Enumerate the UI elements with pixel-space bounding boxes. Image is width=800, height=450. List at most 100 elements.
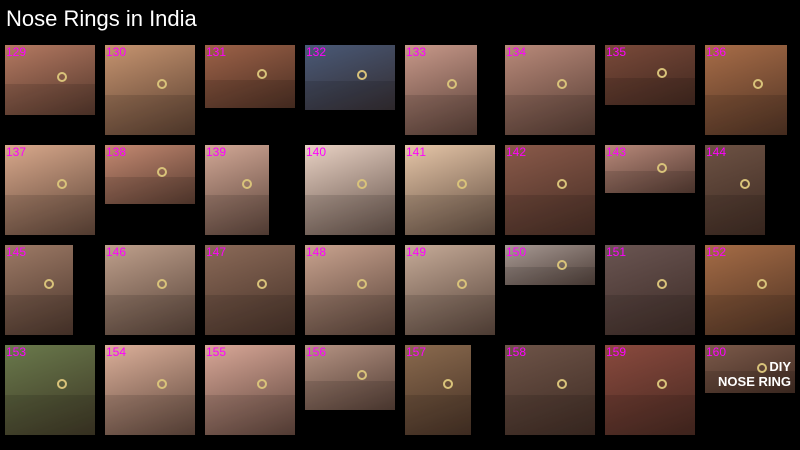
nose-ring-icon	[657, 379, 668, 390]
image-tile[interactable]: 152	[705, 245, 795, 335]
image-tile[interactable]: 149	[405, 245, 495, 335]
nose-ring-icon	[657, 67, 668, 78]
image-shading	[605, 171, 695, 193]
image-shading	[5, 83, 95, 115]
nose-ring-icon	[457, 279, 468, 290]
image-tile[interactable]: 134	[505, 45, 595, 135]
image-tile[interactable]: 132	[305, 45, 395, 110]
image-thumbnail	[205, 45, 295, 108]
nose-ring-icon	[557, 179, 568, 190]
nose-ring-icon	[557, 79, 568, 90]
image-tile[interactable]: 143	[605, 145, 695, 193]
nose-ring-icon	[157, 79, 168, 90]
image-thumbnail	[705, 245, 795, 335]
image-shading	[605, 294, 695, 335]
image-shading	[205, 79, 295, 108]
image-thumbnail	[605, 345, 695, 435]
image-shading	[705, 194, 765, 235]
nose-ring-icon	[57, 179, 68, 190]
image-tile[interactable]: 156	[305, 345, 395, 410]
nose-ring-icon	[557, 379, 568, 390]
image-tile[interactable]: 159	[605, 345, 695, 435]
image-thumbnail	[405, 245, 495, 335]
nose-ring-icon	[357, 279, 368, 290]
image-thumbnail	[305, 345, 395, 410]
image-thumbnail	[705, 45, 787, 135]
nose-ring-icon	[57, 71, 68, 82]
image-shading	[505, 394, 595, 435]
image-tile[interactable]: 131	[205, 45, 295, 108]
image-shading	[705, 94, 787, 135]
image-thumbnail	[305, 245, 395, 335]
nose-ring-icon	[57, 379, 68, 390]
image-thumbnail	[105, 245, 195, 335]
image-thumbnail	[205, 345, 295, 435]
nose-ring-icon	[357, 179, 368, 190]
image-thumbnail	[405, 45, 477, 135]
image-thumbnail	[605, 245, 695, 335]
image-shading	[5, 394, 95, 435]
image-tile[interactable]: 133	[405, 45, 477, 135]
image-tile[interactable]: 154	[105, 345, 195, 435]
image-tile[interactable]: 142	[505, 145, 595, 235]
image-tile[interactable]: 158	[505, 345, 595, 435]
image-shading	[405, 194, 495, 235]
image-shading	[705, 294, 795, 335]
nose-ring-icon	[257, 379, 268, 390]
image-tile[interactable]: 137	[5, 145, 95, 235]
image-tile[interactable]: 136	[705, 45, 787, 135]
image-tile[interactable]: 148	[305, 245, 395, 335]
image-thumbnail	[505, 345, 595, 435]
image-grid: 129 130 131 132 133 134 135 136 137 138 139 140 141 1…	[0, 0, 800, 450]
image-shading	[5, 294, 73, 335]
image-shading	[205, 294, 295, 335]
image-thumbnail	[105, 45, 195, 135]
image-tile[interactable]: 141	[405, 145, 495, 235]
image-thumbnail	[205, 245, 295, 335]
image-shading	[105, 94, 195, 135]
nose-ring-icon	[157, 279, 168, 290]
image-tile[interactable]: 151	[605, 245, 695, 335]
image-tile[interactable]: 129	[5, 45, 95, 115]
image-shading	[405, 94, 477, 135]
image-tile[interactable]: 147	[205, 245, 295, 335]
image-shading	[305, 380, 395, 410]
image-tile[interactable]: 135	[605, 45, 695, 105]
image-thumbnail	[705, 145, 765, 235]
image-tile[interactable]: 138	[105, 145, 195, 204]
image-tile[interactable]: 140	[305, 145, 395, 235]
image-shading	[105, 177, 195, 204]
image-tile[interactable]: 144	[705, 145, 765, 235]
nose-ring-icon	[443, 379, 454, 390]
image-tile[interactable]: 150	[505, 245, 595, 285]
image-thumbnail	[5, 245, 73, 335]
image-thumbnail	[405, 145, 495, 235]
image-thumbnail	[5, 45, 95, 115]
image-thumbnail	[305, 45, 395, 110]
image-tile[interactable]: 145	[5, 245, 73, 335]
image-shading	[305, 80, 395, 110]
image-thumbnail	[205, 145, 269, 235]
image-tile[interactable]: 157	[405, 345, 471, 435]
nose-ring-icon	[257, 279, 268, 290]
image-shading	[305, 194, 395, 235]
image-shading	[505, 194, 595, 235]
image-tile[interactable]: 153	[5, 345, 95, 435]
image-caption: DIY NOSE RING	[718, 359, 791, 389]
image-tile[interactable]: 130	[105, 45, 195, 135]
nose-ring-icon	[357, 69, 368, 80]
image-tile[interactable]: 155	[205, 345, 295, 435]
image-tile[interactable]: 139	[205, 145, 269, 235]
nose-ring-icon	[757, 279, 768, 290]
image-shading	[605, 78, 695, 105]
image-thumbnail	[605, 145, 695, 193]
image-thumbnail	[605, 45, 695, 105]
image-shading	[205, 394, 295, 435]
nose-ring-icon	[44, 279, 55, 290]
image-thumbnail	[305, 145, 395, 235]
image-tile[interactable]: 146	[105, 245, 195, 335]
image-shading	[5, 194, 95, 235]
nose-ring-icon	[739, 179, 750, 190]
image-shading	[105, 294, 195, 335]
image-tile[interactable]: DIY NOSE RING 160	[705, 345, 795, 393]
